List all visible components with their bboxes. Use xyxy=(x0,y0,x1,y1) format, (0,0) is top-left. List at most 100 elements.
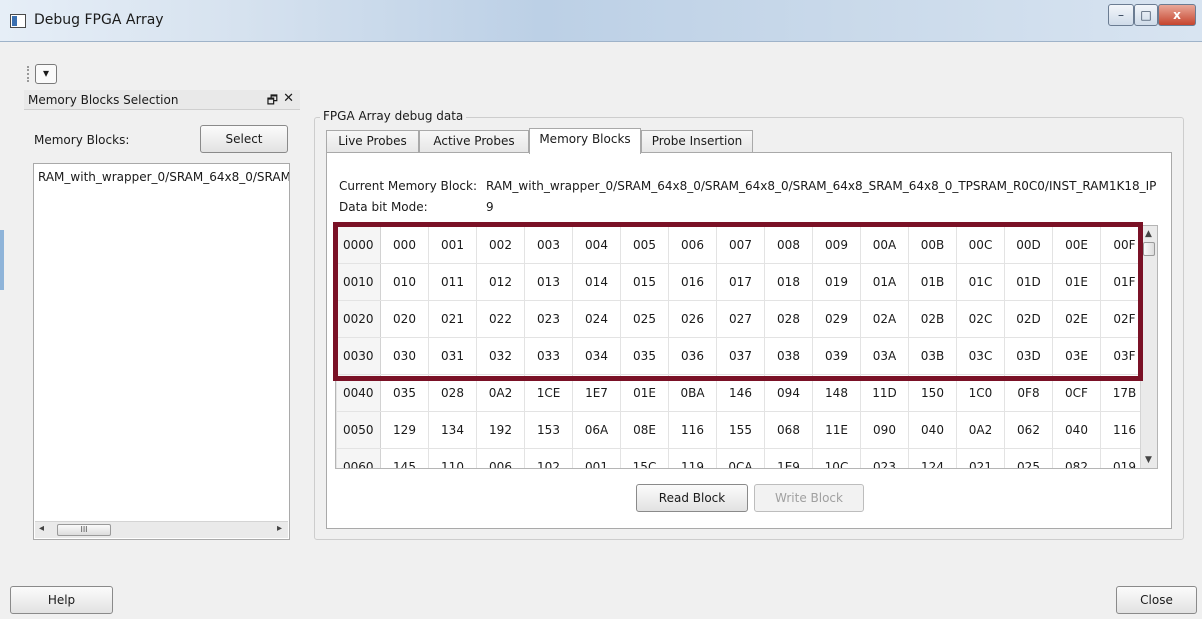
memory-cell[interactable]: 03E xyxy=(1052,337,1101,375)
scroll-thumb[interactable] xyxy=(1143,242,1155,256)
toolbar-grip[interactable] xyxy=(27,66,30,82)
memory-cell[interactable]: 023 xyxy=(524,300,573,338)
memory-cell[interactable]: 040 xyxy=(908,411,957,449)
close-button[interactable]: Close xyxy=(1116,586,1197,614)
memory-cell[interactable]: 039 xyxy=(812,337,861,375)
memory-cell[interactable]: 15C xyxy=(620,448,669,468)
memory-cell[interactable]: 00B xyxy=(908,226,957,264)
memory-cell[interactable]: 020 xyxy=(380,300,429,338)
memory-cell[interactable]: 028 xyxy=(428,374,477,412)
scroll-left-icon[interactable]: ◂ xyxy=(39,523,44,534)
memory-cell[interactable]: 033 xyxy=(524,337,573,375)
memory-cell[interactable]: 031 xyxy=(428,337,477,375)
memory-cell[interactable]: 005 xyxy=(620,226,669,264)
memory-cell[interactable]: 00A xyxy=(860,226,909,264)
memory-cell[interactable]: 150 xyxy=(908,374,957,412)
memory-cell[interactable]: 014 xyxy=(572,263,621,301)
memory-cell[interactable]: 1CE xyxy=(524,374,573,412)
memory-cell[interactable]: 022 xyxy=(476,300,525,338)
memory-cell[interactable]: 011 xyxy=(428,263,477,301)
memory-cell[interactable]: 119 xyxy=(668,448,717,468)
close-panel-icon[interactable]: ✕ xyxy=(283,91,294,106)
select-button[interactable]: Select xyxy=(200,125,288,153)
memory-cell[interactable]: 068 xyxy=(764,411,813,449)
memory-cell[interactable]: 153 xyxy=(524,411,573,449)
memory-cell[interactable]: 003 xyxy=(524,226,573,264)
memory-cell[interactable]: 009 xyxy=(812,226,861,264)
memory-cell[interactable]: 0F8 xyxy=(1004,374,1053,412)
memory-cell[interactable]: 000 xyxy=(380,226,429,264)
memory-cell[interactable]: 00E xyxy=(1052,226,1101,264)
memory-cell[interactable]: 001 xyxy=(572,448,621,468)
memory-cell[interactable]: 002 xyxy=(476,226,525,264)
memory-cell[interactable]: 03D xyxy=(1004,337,1053,375)
memory-cell[interactable]: 007 xyxy=(716,226,765,264)
memory-cell[interactable]: 017 xyxy=(716,263,765,301)
memory-cell[interactable]: 11E xyxy=(812,411,861,449)
memory-cell[interactable]: 01E xyxy=(1052,263,1101,301)
memory-cell[interactable]: 037 xyxy=(716,337,765,375)
toolbar-menu-button[interactable]: ▾ xyxy=(35,64,57,84)
vertical-scrollbar[interactable]: ▲ ▼ xyxy=(1140,226,1157,468)
memory-cell[interactable]: 028 xyxy=(764,300,813,338)
memory-cell[interactable]: 006 xyxy=(476,448,525,468)
memory-cell[interactable]: 016 xyxy=(668,263,717,301)
memory-cell[interactable]: 02E xyxy=(1052,300,1101,338)
memory-cell[interactable]: 012 xyxy=(476,263,525,301)
memory-cell[interactable]: 11D xyxy=(860,374,909,412)
memory-cell[interactable]: 1C0 xyxy=(956,374,1005,412)
memory-cell[interactable]: 03C xyxy=(956,337,1005,375)
memory-cell[interactable]: 01A xyxy=(860,263,909,301)
memory-cell[interactable]: 025 xyxy=(1004,448,1053,468)
memory-cell[interactable]: 024 xyxy=(572,300,621,338)
memory-cell[interactable]: 026 xyxy=(668,300,717,338)
memory-cell[interactable]: 027 xyxy=(716,300,765,338)
memory-cell[interactable]: 090 xyxy=(860,411,909,449)
memory-cell[interactable]: 035 xyxy=(380,374,429,412)
memory-cell[interactable]: 0A2 xyxy=(476,374,525,412)
scroll-down-icon[interactable]: ▼ xyxy=(1145,455,1152,465)
memory-grid[interactable]: 0000 000 001 002 003 004 005 006 007 008 009 00A 00B… xyxy=(335,225,1158,469)
write-block-button[interactable]: Write Block xyxy=(754,484,864,512)
memory-cell[interactable]: 010 xyxy=(380,263,429,301)
tab-probe-insertion[interactable]: Probe Insertion xyxy=(641,130,753,153)
memory-cell[interactable]: 01D xyxy=(1004,263,1053,301)
minimize-button[interactable]: – xyxy=(1108,4,1134,26)
memory-cell[interactable]: 029 xyxy=(812,300,861,338)
memory-cell[interactable]: 001 xyxy=(428,226,477,264)
memory-cell[interactable]: 0CF xyxy=(1052,374,1101,412)
memory-cell[interactable]: 116 xyxy=(668,411,717,449)
memory-cell[interactable]: 01B xyxy=(908,263,957,301)
scroll-up-icon[interactable]: ▲ xyxy=(1145,229,1152,239)
memory-cell[interactable]: 148 xyxy=(812,374,861,412)
memory-cell[interactable]: 129 xyxy=(380,411,429,449)
memory-cell[interactable]: 01E xyxy=(620,374,669,412)
memory-cell[interactable]: 0BA xyxy=(668,374,717,412)
memory-cell[interactable]: 01C xyxy=(956,263,1005,301)
memory-cell[interactable]: 146 xyxy=(716,374,765,412)
memory-cell[interactable]: 034 xyxy=(572,337,621,375)
memory-cell[interactable]: 013 xyxy=(524,263,573,301)
memory-cell[interactable]: 02B xyxy=(908,300,957,338)
memory-cell[interactable]: 1E9 xyxy=(764,448,813,468)
memory-cell[interactable]: 02D xyxy=(1004,300,1053,338)
tab-memory-blocks[interactable]: Memory Blocks xyxy=(529,128,641,154)
memory-cell[interactable]: 019 xyxy=(812,263,861,301)
memory-cell[interactable]: 082 xyxy=(1052,448,1101,468)
memory-cell[interactable]: 0A2 xyxy=(956,411,1005,449)
read-block-button[interactable]: Read Block xyxy=(636,484,748,512)
memory-cell[interactable]: 03A xyxy=(860,337,909,375)
memory-cell[interactable]: 08E xyxy=(620,411,669,449)
memory-cell[interactable]: 145 xyxy=(380,448,429,468)
memory-cell[interactable]: 0CA xyxy=(716,448,765,468)
scroll-thumb[interactable]: III xyxy=(57,524,111,536)
memory-cell[interactable]: 030 xyxy=(380,337,429,375)
memory-cell[interactable]: 035 xyxy=(620,337,669,375)
memory-cell[interactable]: 004 xyxy=(572,226,621,264)
memory-cell[interactable]: 03B xyxy=(908,337,957,375)
help-button[interactable]: Help xyxy=(10,586,113,614)
memory-blocks-list[interactable]: RAM_with_wrapper_0/SRAM_64x8_0/SRAM_64x8… xyxy=(33,163,290,540)
memory-cell[interactable]: 032 xyxy=(476,337,525,375)
memory-cell[interactable]: 023 xyxy=(860,448,909,468)
memory-cell[interactable]: 192 xyxy=(476,411,525,449)
